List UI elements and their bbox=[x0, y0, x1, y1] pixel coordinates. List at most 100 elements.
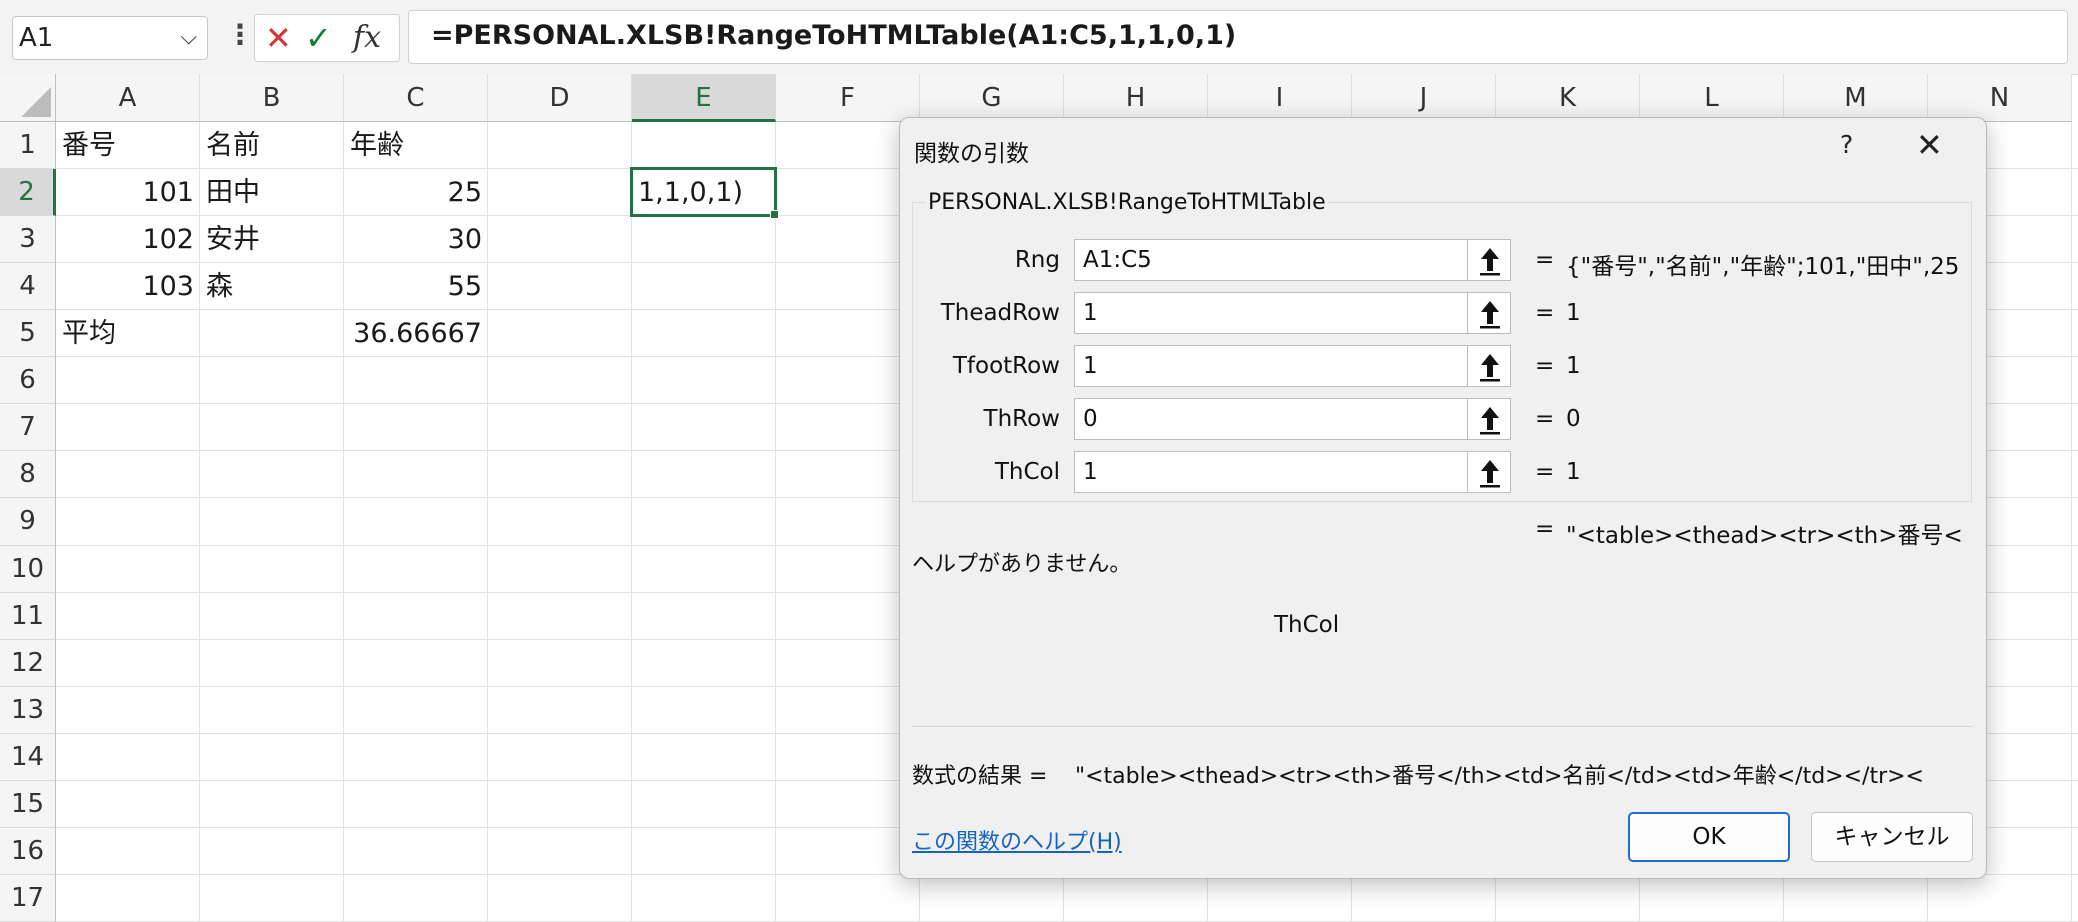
arg-label-tfootrow: TfootRow bbox=[952, 353, 1060, 379]
row-header-2[interactable]: 2 bbox=[0, 169, 56, 217]
column-header-h[interactable]: H bbox=[1064, 74, 1208, 122]
row-header-9[interactable]: 9 bbox=[0, 498, 56, 546]
row-header-8[interactable]: 8 bbox=[0, 451, 56, 499]
ok-button[interactable]: OK bbox=[1628, 812, 1790, 862]
divider bbox=[912, 726, 1972, 727]
row-header-7[interactable]: 7 bbox=[0, 404, 56, 452]
chevron-down-icon[interactable]: ⌵ bbox=[180, 17, 197, 59]
cell-c2[interactable]: 25 bbox=[344, 169, 482, 216]
cell-c4[interactable]: 55 bbox=[344, 263, 482, 310]
row-header-16[interactable]: 16 bbox=[0, 827, 56, 875]
collapse-dialog-icon[interactable] bbox=[1467, 292, 1511, 334]
arg-input-throw[interactable]: 0 bbox=[1074, 398, 1468, 440]
cell-a3[interactable]: 102 bbox=[56, 216, 194, 263]
more-options-icon[interactable]: ⋮ bbox=[226, 18, 254, 51]
cell-b3[interactable]: 安井 bbox=[206, 216, 260, 263]
formula-buttons: ✕ ✓ fx bbox=[254, 14, 400, 62]
gridline bbox=[775, 122, 776, 922]
row-header-15[interactable]: 15 bbox=[0, 780, 56, 828]
help-icon[interactable]: ? bbox=[1840, 130, 1853, 159]
function-help-link[interactable]: この関数のヘルプ(H) bbox=[912, 824, 1122, 856]
cancel-icon[interactable]: ✕ bbox=[265, 19, 292, 57]
help-text: ヘルプがありません。 bbox=[912, 552, 1132, 577]
select-all-corner[interactable] bbox=[0, 74, 56, 122]
column-header-n[interactable]: N bbox=[1928, 74, 2072, 122]
row-header-1[interactable]: 1 bbox=[0, 122, 56, 170]
arg-equals: = bbox=[1535, 406, 1555, 432]
insert-function-icon[interactable]: fx bbox=[353, 19, 381, 57]
row-header-5[interactable]: 5 bbox=[0, 310, 56, 358]
cell-b4[interactable]: 森 bbox=[206, 263, 233, 310]
function-result: "<table><thead><tr><th>番号< bbox=[1566, 523, 1963, 549]
arg-input-rng[interactable]: A1:C5 bbox=[1074, 239, 1468, 281]
row-header-3[interactable]: 3 bbox=[0, 216, 56, 264]
column-header-a[interactable]: A bbox=[56, 74, 200, 122]
formula-bar: A1 ⌵ ⋮ ✕ ✓ fx =PERSONAL.XLSB!RangeToHTML… bbox=[0, 0, 2078, 75]
dialog-title: 関数の引数 bbox=[914, 141, 1029, 167]
arg-label-thcol: ThCol bbox=[994, 459, 1060, 485]
cell-a5[interactable]: 平均 bbox=[62, 310, 116, 357]
gridline bbox=[631, 122, 632, 922]
collapse-dialog-icon[interactable] bbox=[1467, 345, 1511, 387]
arg-label-theadrow: TheadRow bbox=[940, 300, 1060, 326]
cell-a1[interactable]: 番号 bbox=[62, 122, 116, 169]
cell-a2[interactable]: 101 bbox=[56, 169, 194, 216]
collapse-dialog-icon[interactable] bbox=[1467, 451, 1511, 493]
arg-result-thcol: 1 bbox=[1566, 459, 1581, 485]
formula-result-label: 数式の結果 = bbox=[912, 764, 1048, 789]
cell-c1[interactable]: 年齢 bbox=[350, 122, 404, 169]
column-header-f[interactable]: F bbox=[776, 74, 920, 122]
column-header-g[interactable]: G bbox=[920, 74, 1064, 122]
function-result-eq: = bbox=[1535, 516, 1555, 542]
cell-c3[interactable]: 30 bbox=[344, 216, 482, 263]
row-header-6[interactable]: 6 bbox=[0, 357, 56, 405]
current-argument-name: ThCol bbox=[1274, 612, 1340, 638]
column-header-b[interactable]: B bbox=[200, 74, 344, 122]
name-box[interactable]: A1 ⌵ bbox=[12, 16, 208, 60]
row-header-13[interactable]: 13 bbox=[0, 686, 56, 734]
arg-label-throw: ThRow bbox=[983, 406, 1060, 432]
arg-result-throw: 0 bbox=[1566, 406, 1581, 432]
column-header-c[interactable]: C bbox=[344, 74, 488, 122]
cell-b1[interactable]: 名前 bbox=[206, 122, 260, 169]
arg-equals: = bbox=[1535, 353, 1555, 379]
cell-a4[interactable]: 103 bbox=[56, 263, 194, 310]
arg-equals: = bbox=[1535, 247, 1555, 273]
collapse-dialog-icon[interactable] bbox=[1467, 398, 1511, 440]
arg-input-tfootrow[interactable]: 1 bbox=[1074, 345, 1468, 387]
collapse-dialog-icon[interactable] bbox=[1467, 239, 1511, 281]
column-header-e[interactable]: E bbox=[632, 74, 776, 122]
enter-icon[interactable]: ✓ bbox=[305, 19, 332, 57]
row-header-10[interactable]: 10 bbox=[0, 545, 56, 593]
column-header-m[interactable]: M bbox=[1784, 74, 1928, 122]
row-header-4[interactable]: 4 bbox=[0, 263, 56, 311]
function-name: PERSONAL.XLSB!RangeToHTMLTable bbox=[926, 190, 1328, 215]
row-header-17[interactable]: 17 bbox=[0, 874, 56, 922]
gridline bbox=[2071, 122, 2072, 922]
formula-input[interactable]: =PERSONAL.XLSB!RangeToHTMLTable(A1:C5,1,… bbox=[408, 10, 2068, 64]
name-box-value: A1 bbox=[19, 23, 54, 53]
gridline bbox=[487, 122, 488, 922]
close-icon[interactable]: ✕ bbox=[1916, 126, 1943, 164]
row-header-12[interactable]: 12 bbox=[0, 639, 56, 687]
arg-result-theadrow: 1 bbox=[1566, 300, 1581, 326]
arg-result-tfootrow: 1 bbox=[1566, 353, 1581, 379]
cell-c5[interactable]: 36.66667 bbox=[344, 310, 482, 357]
arg-equals: = bbox=[1535, 300, 1555, 326]
column-header-k[interactable]: K bbox=[1496, 74, 1640, 122]
function-arguments-dialog: 関数の引数 ? ✕ PERSONAL.XLSB!RangeToHTMLTable… bbox=[899, 117, 1987, 879]
row-header-14[interactable]: 14 bbox=[0, 733, 56, 781]
gridline bbox=[199, 122, 200, 922]
arg-result-rng: {"番号","名前","年齢";101,"田中",25 bbox=[1566, 254, 1960, 280]
row-header-11[interactable]: 11 bbox=[0, 592, 56, 640]
cell-b2[interactable]: 田中 bbox=[206, 169, 260, 216]
column-header-d[interactable]: D bbox=[488, 74, 632, 122]
arg-input-thcol[interactable]: 1 bbox=[1074, 451, 1468, 493]
column-header-l[interactable]: L bbox=[1640, 74, 1784, 122]
column-header-j[interactable]: J bbox=[1352, 74, 1496, 122]
column-header-i[interactable]: I bbox=[1208, 74, 1352, 122]
cell-e2[interactable]: 1,1,0,1) bbox=[638, 169, 743, 216]
arg-input-theadrow[interactable]: 1 bbox=[1074, 292, 1468, 334]
cancel-button[interactable]: キャンセル bbox=[1811, 812, 1973, 862]
fill-handle[interactable] bbox=[770, 210, 779, 220]
